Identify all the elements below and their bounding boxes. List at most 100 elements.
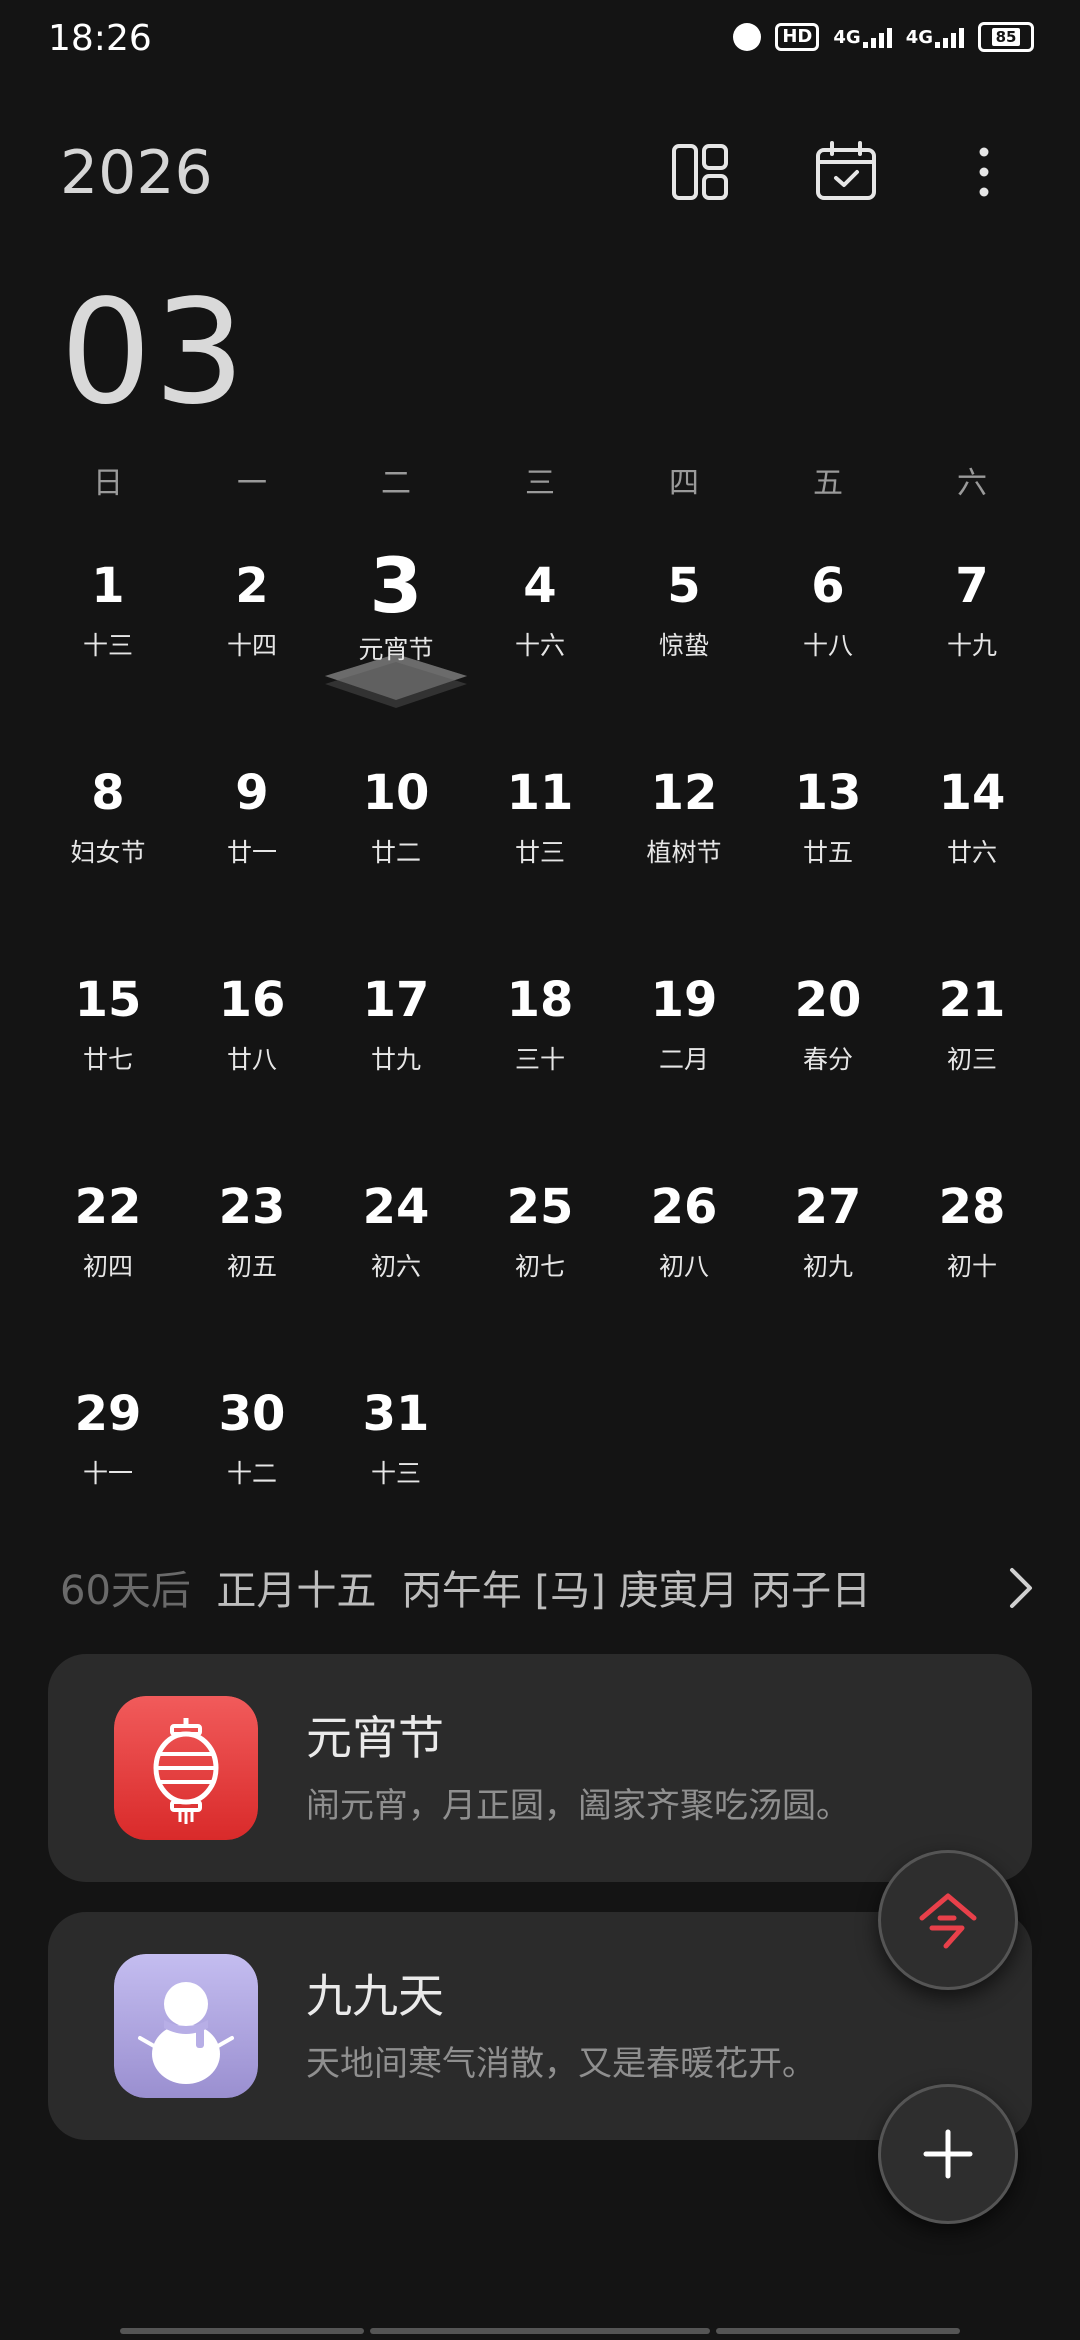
year-title[interactable]: 2026 <box>60 138 213 208</box>
day-cell-15[interactable]: 15 廿七 <box>36 954 180 1161</box>
lunar-label: 廿五 <box>802 838 853 867</box>
weekday-label: 一 <box>237 466 267 501</box>
day-number: 27 <box>794 1179 862 1235</box>
day-cell-12[interactable]: 12 植树节 <box>612 747 756 954</box>
day-cell-21[interactable]: 21 初三 <box>900 954 1044 1161</box>
month-ganzhi-label: 庚寅月 <box>618 1568 739 1614</box>
day-cell-4[interactable]: 4 十六 <box>468 540 612 747</box>
weekday-label: 三 <box>525 466 555 501</box>
plus-icon <box>923 2129 973 2179</box>
layout-view-icon[interactable] <box>668 140 732 204</box>
sim2-signal-icon: 4G <box>906 26 964 48</box>
day-cell-5[interactable]: 5 惊蛰 <box>612 540 756 747</box>
day-cell-30[interactable]: 30 十二 <box>180 1368 324 1575</box>
day-number: 29 <box>74 1386 142 1442</box>
day-cell-25[interactable]: 25 初七 <box>468 1161 612 1368</box>
weekday-label: 五 <box>813 466 843 501</box>
lunar-label: 廿三 <box>514 838 565 867</box>
lunar-label: 初四 <box>82 1252 133 1281</box>
day-cell-8[interactable]: 8 妇女节 <box>36 747 180 954</box>
lunar-info-row[interactable]: 60天后 正月十五 丙午年 [马] 庚寅月 丙子日 <box>60 1558 1040 1618</box>
weekday-label: 六 <box>957 466 987 501</box>
lunar-label: 妇女节 <box>70 838 146 867</box>
day-cell-1[interactable]: 1 十三 <box>36 540 180 747</box>
lunar-label: 廿二 <box>370 838 421 867</box>
year-ganzhi-label: 丙午年 <box>401 1568 522 1614</box>
lantern-icon <box>114 1696 258 1840</box>
today-button[interactable]: 今 <box>878 1850 1018 1990</box>
lunar-label: 廿九 <box>370 1045 421 1074</box>
day-number: 28 <box>938 1179 1006 1235</box>
day-cell-26[interactable]: 26 初八 <box>612 1161 756 1368</box>
lunar-label: 初六 <box>370 1252 421 1281</box>
day-number: 18 <box>506 972 574 1028</box>
day-cell-11[interactable]: 11 廿三 <box>468 747 612 954</box>
day-cell-22[interactable]: 22 初四 <box>36 1161 180 1368</box>
day-cell-3-selected[interactable]: 3 元宵节 <box>324 540 468 747</box>
day-ganzhi-label: 丙子日 <box>751 1568 872 1614</box>
day-cell-14[interactable]: 14 廿六 <box>900 747 1044 954</box>
event-card-lantern-festival[interactable]: 元宵节 闹元宵，月正圆，阖家齐聚吃汤圆。 <box>48 1654 1032 1882</box>
day-number: 31 <box>362 1386 430 1442</box>
day-number: 26 <box>650 1179 718 1235</box>
lunar-label: 二月 <box>658 1045 709 1074</box>
zodiac-label: [马] <box>534 1568 606 1614</box>
day-number: 19 <box>650 972 718 1028</box>
chevron-right-icon[interactable] <box>1000 1560 1040 1616</box>
day-cell-16[interactable]: 16 廿八 <box>180 954 324 1161</box>
lunar-label: 初九 <box>802 1252 853 1281</box>
lunar-label: 十三 <box>370 1459 421 1488</box>
day-cell-27[interactable]: 27 初九 <box>756 1161 900 1368</box>
day-cell-13[interactable]: 13 廿五 <box>756 747 900 954</box>
day-cell-29[interactable]: 29 十一 <box>36 1368 180 1575</box>
weekday-label: 四 <box>669 466 699 501</box>
day-cell-18[interactable]: 18 三十 <box>468 954 612 1161</box>
lunar-label: 十二 <box>226 1459 277 1488</box>
lunar-label: 十八 <box>802 631 853 660</box>
day-number: 10 <box>362 765 430 821</box>
day-number: 25 <box>506 1179 574 1235</box>
calendar-today-check-icon[interactable] <box>814 140 878 204</box>
day-cell-17[interactable]: 17 廿九 <box>324 954 468 1161</box>
event-title: 元宵节 <box>306 1711 444 1765</box>
lunar-label: 廿六 <box>946 838 997 867</box>
lunar-label: 春分 <box>802 1045 853 1074</box>
weekday-label: 二 <box>381 466 411 501</box>
month-grid: 1 十三 2 十四 3 元宵节 4 十六 5 惊蛰 6 十八 7 十九 8 妇女节 9 廿一 10… <box>36 540 1044 1575</box>
day-cell-7[interactable]: 7 十九 <box>900 540 1044 747</box>
alarm-icon <box>733 23 762 51</box>
day-cell-9[interactable]: 9 廿一 <box>180 747 324 954</box>
day-number: 2 <box>235 558 269 614</box>
day-number: 9 <box>235 765 269 821</box>
day-cell-23[interactable]: 23 初五 <box>180 1161 324 1368</box>
month-title: 03 <box>60 268 248 436</box>
lunar-label: 三十 <box>514 1045 565 1074</box>
day-cell-10[interactable]: 10 廿二 <box>324 747 468 954</box>
lunar-label: 初三 <box>946 1045 997 1074</box>
lunar-label: 初十 <box>946 1252 997 1281</box>
days-after-label: 60天后 <box>60 1568 191 1614</box>
day-cell-6[interactable]: 6 十八 <box>756 540 900 747</box>
more-vertical-icon[interactable] <box>952 140 1016 204</box>
day-cell-24[interactable]: 24 初六 <box>324 1161 468 1368</box>
day-cell-28[interactable]: 28 初十 <box>900 1161 1044 1368</box>
day-number: 3 <box>369 541 423 630</box>
day-cell-2[interactable]: 2 十四 <box>180 540 324 747</box>
day-cell-31[interactable]: 31 十三 <box>324 1368 468 1575</box>
status-bar: 18:26 HD 4G 4G 85 <box>0 0 1080 84</box>
gesture-nav-bar[interactable] <box>120 2328 960 2334</box>
status-icons: HD 4G 4G 85 <box>733 22 1034 52</box>
today-glyph-icon: 今 <box>916 1888 977 1949</box>
day-number: 24 <box>362 1179 430 1235</box>
lunar-label: 初八 <box>658 1252 709 1281</box>
day-number: 23 <box>218 1179 286 1235</box>
add-event-button[interactable] <box>878 2084 1018 2224</box>
hd-voice-icon: HD <box>775 23 820 51</box>
day-number: 4 <box>523 558 557 614</box>
day-number: 15 <box>74 972 142 1028</box>
svg-text:今: 今 <box>916 1888 917 1889</box>
lunar-label: 廿七 <box>82 1045 133 1074</box>
day-cell-19[interactable]: 19 二月 <box>612 954 756 1161</box>
day-number: 6 <box>811 558 845 614</box>
day-cell-20[interactable]: 20 春分 <box>756 954 900 1161</box>
